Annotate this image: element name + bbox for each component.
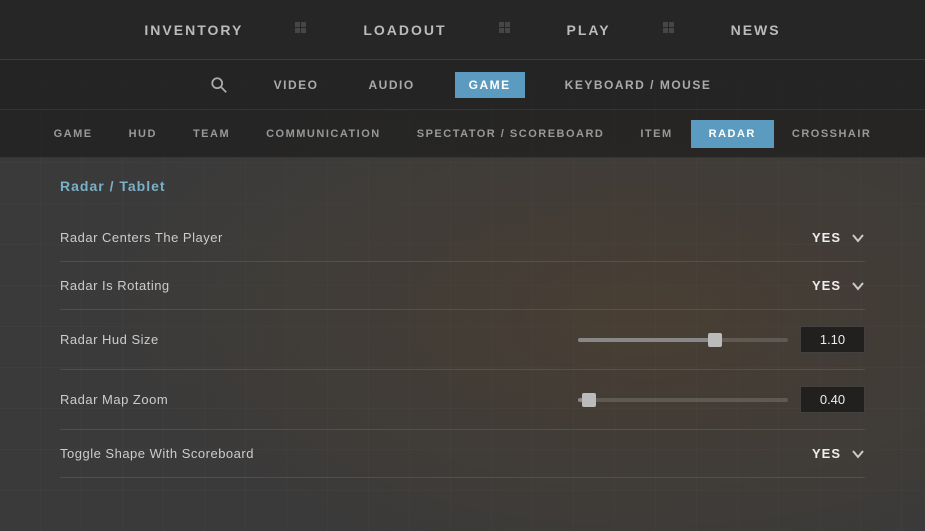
nav-item-play[interactable]: PLAY [555, 14, 623, 46]
slider-fill-hud-size [578, 338, 715, 342]
tab-game[interactable]: GAME [36, 120, 111, 148]
nav-item-inventory[interactable]: INVENTORY [132, 14, 255, 46]
setting-row-toggle-shape: Toggle Shape With Scoreboard YES [60, 430, 865, 478]
slider-value-map-zoom[interactable]: 0.40 [800, 386, 865, 413]
setting-label-radar-rotating: Radar Is Rotating [60, 278, 170, 293]
tab-item[interactable]: ITEM [622, 120, 690, 148]
subnav-video[interactable]: VIDEO [264, 72, 329, 98]
tab-spectator-scoreboard[interactable]: SPECTATOR / SCOREBOARD [399, 120, 623, 148]
setting-label-radar-hud-size: Radar Hud Size [60, 332, 159, 347]
setting-row-radar-map-zoom: Radar Map Zoom 0.40 [60, 370, 865, 430]
main-nav: INVENTORY LOADOUT PLAY NEWS [0, 0, 925, 60]
slider-thumb-hud-size[interactable] [708, 333, 722, 347]
nav-separator-2 [499, 22, 515, 38]
setting-row-radar-hud-size: Radar Hud Size 1.10 [60, 310, 865, 370]
slider-thumb-map-zoom[interactable] [582, 393, 596, 407]
nav-separator-1 [295, 22, 311, 38]
setting-label-radar-centers: Radar Centers The Player [60, 230, 223, 245]
tab-communication[interactable]: COMMUNICATION [248, 120, 399, 148]
chevron-down-icon [851, 231, 865, 245]
sub-nav: VIDEO AUDIO GAME KEYBOARD / MOUSE [0, 60, 925, 110]
chevron-down-icon-2 [851, 279, 865, 293]
setting-control-radar-centers[interactable]: YES [812, 230, 865, 245]
subnav-game[interactable]: GAME [455, 72, 525, 98]
slider-track-hud-size[interactable] [578, 338, 788, 342]
setting-label-radar-map-zoom: Radar Map Zoom [60, 392, 168, 407]
chevron-down-icon-3 [851, 447, 865, 461]
search-button[interactable] [204, 70, 234, 100]
setting-control-radar-map-zoom: 0.40 [578, 386, 865, 413]
dropdown-val-toggle-shape: YES [812, 446, 841, 461]
setting-label-toggle-shape: Toggle Shape With Scoreboard [60, 446, 254, 461]
nav-item-loadout[interactable]: LOADOUT [351, 14, 458, 46]
setting-control-radar-rotating[interactable]: YES [812, 278, 865, 293]
setting-control-toggle-shape[interactable]: YES [812, 446, 865, 461]
tab-nav: GAME HUD TEAM COMMUNICATION SPECTATOR / … [0, 110, 925, 158]
nav-item-news[interactable]: NEWS [719, 14, 793, 46]
section-title: Radar / Tablet [60, 178, 865, 194]
setting-row-radar-centers: Radar Centers The Player YES [60, 214, 865, 262]
subnav-audio[interactable]: AUDIO [358, 72, 424, 98]
settings-list: Radar Centers The Player YES Radar Is Ro… [60, 214, 865, 478]
dropdown-val-radar-centers: YES [812, 230, 841, 245]
tab-radar[interactable]: RADAR [691, 120, 774, 148]
dropdown-val-radar-rotating: YES [812, 278, 841, 293]
nav-separator-3 [663, 22, 679, 38]
settings-content: Radar / Tablet Radar Centers The Player … [0, 158, 925, 498]
setting-control-radar-hud-size: 1.10 [578, 326, 865, 353]
subnav-keyboard-mouse[interactable]: KEYBOARD / MOUSE [555, 72, 722, 98]
tab-crosshair[interactable]: CROSSHAIR [774, 120, 890, 148]
slider-value-hud-size[interactable]: 1.10 [800, 326, 865, 353]
slider-track-map-zoom[interactable] [578, 398, 788, 402]
setting-row-radar-rotating: Radar Is Rotating YES [60, 262, 865, 310]
tab-team[interactable]: TEAM [175, 120, 248, 148]
tab-hud[interactable]: HUD [111, 120, 175, 148]
